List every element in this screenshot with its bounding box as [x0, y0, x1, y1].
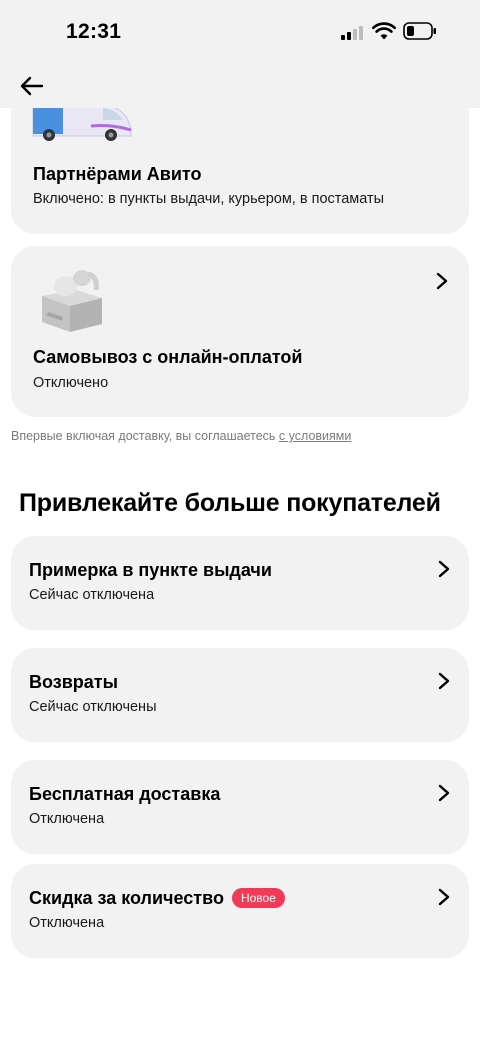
feature-title-row: Скидка за количество Новое — [29, 888, 285, 909]
delivery-option-self-pickup[interactable]: Самовывоз с онлайн-оплатой Отключено — [11, 246, 469, 417]
feature-title: Возвраты — [29, 672, 118, 692]
status-time: 12:31 — [66, 20, 122, 43]
wifi-icon — [372, 22, 396, 40]
feature-title: Скидка за количество — [29, 888, 224, 908]
delivery-option-title: Партнёрами Авито — [33, 164, 202, 184]
feature-status: Сейчас отключены — [29, 699, 157, 715]
feature-free-delivery[interactable]: Бесплатная доставка Отключена — [11, 760, 469, 854]
new-badge: Новое — [231, 888, 285, 908]
feature-status: Сейчас отключена — [29, 587, 155, 603]
delivery-option-partners[interactable]: Партнёрами Авито Включено: в пункты выда… — [11, 108, 469, 234]
feature-fitting[interactable]: Примерка в пункте выдачи Сейчас отключен… — [11, 536, 469, 630]
signal-icon — [341, 26, 367, 40]
chevron-right-icon — [438, 672, 450, 690]
chevron-right-icon — [438, 888, 450, 906]
delivery-option-status: Отключено — [33, 375, 109, 391]
terms-notice: Впервые включая доставку, вы соглашаетес… — [11, 429, 351, 443]
delivery-option-title: Самовывоз с онлайн-оплатой — [33, 347, 303, 367]
feature-status: Отключена — [29, 915, 105, 931]
box-illustration — [42, 270, 102, 332]
feature-title: Примерка в пункте выдачи — [29, 560, 272, 580]
terms-link[interactable]: с условиями — [279, 429, 351, 443]
feature-status: Отключена — [29, 811, 105, 827]
section-title: Привлекайте больше покупателей — [19, 489, 441, 517]
van-illustration — [32, 108, 132, 141]
terms-text: Впервые включая доставку, вы соглашаетес… — [11, 429, 276, 443]
chevron-right-icon — [438, 560, 450, 578]
chevron-right-icon — [436, 272, 448, 290]
feature-returns[interactable]: Возвраты Сейчас отключены — [11, 648, 469, 742]
content-scroll[interactable]: Партнёрами Авито Включено: в пункты выда… — [0, 108, 480, 1041]
feature-quantity-discount[interactable]: Скидка за количество Новое Отключена — [11, 864, 469, 958]
chevron-right-icon — [438, 784, 450, 802]
feature-title: Бесплатная доставка — [29, 784, 221, 804]
battery-icon — [403, 22, 436, 40]
nav-bar — [0, 64, 480, 108]
back-button[interactable] — [18, 72, 46, 100]
back-arrow-icon — [20, 76, 44, 96]
delivery-option-status: Включено: в пункты выдачи, курьером, в п… — [33, 191, 385, 207]
status-bar: 12:31 — [0, 0, 480, 64]
